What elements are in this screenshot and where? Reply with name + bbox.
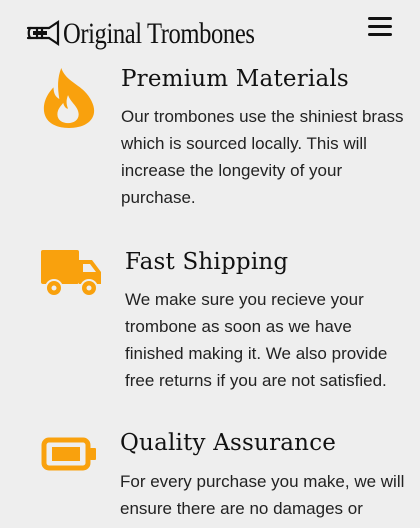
menu-bar xyxy=(368,33,392,36)
feature-title: Fast Shipping xyxy=(125,249,289,275)
hamburger-menu-icon[interactable] xyxy=(368,14,394,38)
logo-text: Original Trombones xyxy=(63,17,255,50)
flame-icon xyxy=(43,68,95,128)
truck-icon xyxy=(41,250,101,297)
menu-bar xyxy=(368,25,392,28)
feature-description: For every purchase you make, we will ens… xyxy=(120,472,405,518)
trombone-logo-icon xyxy=(26,19,60,47)
site-header: Original Trombones xyxy=(0,0,420,62)
feature-title: Premium Materials xyxy=(121,66,349,92)
logo[interactable]: Original Trombones xyxy=(25,14,297,54)
feature-title: Quality Assurance xyxy=(120,430,337,456)
feature-description: Our trombones use the shiniest brass whi… xyxy=(121,107,404,207)
menu-bar xyxy=(368,17,392,20)
feature-description: We make sure you recieve your trombone a… xyxy=(125,290,388,390)
battery-icon xyxy=(41,437,96,471)
